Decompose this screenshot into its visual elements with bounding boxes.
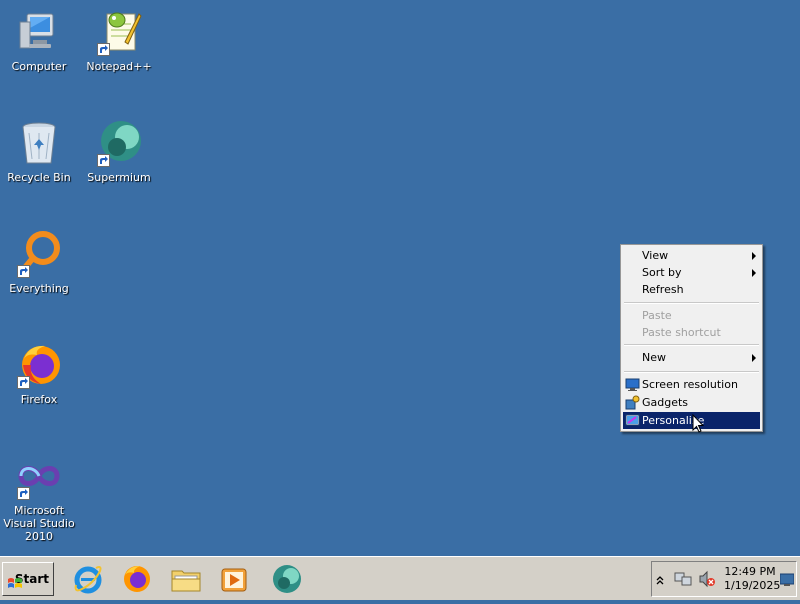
windows-flag-icon bbox=[7, 572, 23, 588]
menu-item-refresh[interactable]: Refresh bbox=[623, 281, 760, 298]
visual-studio-icon bbox=[15, 452, 63, 500]
media-player-icon bbox=[221, 568, 247, 592]
menu-item-label: Paste shortcut bbox=[642, 326, 721, 339]
menu-item-view[interactable]: View bbox=[623, 247, 760, 264]
menu-item-paste-shortcut: Paste shortcut bbox=[623, 324, 760, 341]
mouse-cursor-icon bbox=[692, 414, 704, 433]
desktop-icon-label: Firefox bbox=[20, 393, 58, 406]
explorer-folder-icon bbox=[171, 570, 201, 592]
menu-item-label: Paste bbox=[642, 309, 672, 322]
desktop-icon-label: Supermium bbox=[87, 171, 151, 184]
clock-time: 12:49 PM bbox=[724, 565, 776, 578]
everything-icon bbox=[15, 230, 63, 278]
network-icon[interactable] bbox=[674, 570, 692, 592]
shortcut-arrow-icon bbox=[97, 43, 110, 56]
desktop-icon-recycle-bin[interactable]: Recycle Bin bbox=[0, 119, 78, 184]
firefox-icon bbox=[124, 566, 150, 592]
supermium-icon bbox=[95, 119, 143, 167]
shortcut-arrow-icon bbox=[17, 265, 30, 278]
shortcut-arrow-icon bbox=[17, 487, 30, 500]
submenu-arrow-icon bbox=[752, 269, 756, 277]
menu-separator bbox=[624, 371, 759, 373]
submenu-arrow-icon bbox=[752, 252, 756, 260]
desktop-context-menu: View Sort by Refresh Paste Paste shortcu… bbox=[620, 244, 763, 432]
menu-item-label: Sort by bbox=[642, 266, 682, 279]
firefox-icon bbox=[15, 341, 63, 389]
menu-item-sort-by[interactable]: Sort by bbox=[623, 264, 760, 281]
desktop-icon-label: Notepad++ bbox=[86, 60, 152, 73]
clock[interactable]: 12:49 PM 1/19/2025 bbox=[724, 565, 781, 593]
system-tray: 12:49 PM 1/19/2025 bbox=[651, 561, 797, 597]
menu-item-screen-resolution[interactable]: Screen resolution bbox=[623, 376, 760, 393]
menu-item-label: Refresh bbox=[642, 283, 684, 296]
taskbar-supermium[interactable] bbox=[270, 563, 302, 595]
taskbar-media-player[interactable] bbox=[218, 563, 250, 595]
desktop-icon-notepadpp[interactable]: Notepad++ bbox=[80, 8, 158, 73]
menu-item-new[interactable]: New bbox=[623, 349, 760, 366]
recycle-bin-icon bbox=[15, 119, 63, 167]
show-hidden-icons-chevron-icon[interactable] bbox=[656, 571, 664, 590]
desktop-icon-computer[interactable]: Computer bbox=[0, 8, 78, 73]
menu-item-label: View bbox=[642, 249, 669, 262]
desktop-icon-visual-studio[interactable]: Microsoft Visual Studio 2010 bbox=[0, 452, 78, 543]
volume-muted-icon[interactable] bbox=[698, 570, 716, 592]
desktop-icon-label: Computer bbox=[11, 60, 67, 73]
personalize-icon bbox=[625, 413, 640, 428]
shortcut-arrow-icon bbox=[17, 376, 30, 389]
menu-item-paste: Paste bbox=[623, 307, 760, 324]
menu-item-gadgets[interactable]: Gadgets bbox=[623, 394, 760, 411]
clock-date: 1/19/2025 bbox=[724, 579, 781, 592]
desktop-icon-everything[interactable]: Everything bbox=[0, 230, 78, 295]
taskbar-explorer[interactable] bbox=[170, 563, 202, 595]
taskbar: Start 12:49 PM 1/19/2025 bbox=[0, 556, 800, 600]
submenu-arrow-icon bbox=[752, 354, 756, 362]
desktop-icon-label: Microsoft Visual Studio 2010 bbox=[3, 504, 75, 543]
notepadpp-icon bbox=[95, 8, 143, 56]
desktop-icon-label: Everything bbox=[9, 282, 69, 295]
monitor-icon bbox=[625, 377, 640, 392]
desktop-icon-supermium[interactable]: Supermium bbox=[80, 119, 158, 184]
menu-item-label: Gadgets bbox=[642, 396, 689, 409]
taskbar-firefox[interactable] bbox=[120, 563, 152, 595]
shortcut-arrow-icon bbox=[97, 154, 110, 167]
desktop-icon-firefox[interactable]: Firefox bbox=[0, 341, 78, 406]
supermium-icon bbox=[273, 565, 301, 593]
gadgets-icon bbox=[625, 395, 640, 410]
menu-separator bbox=[624, 302, 759, 304]
menu-item-label: Screen resolution bbox=[642, 378, 738, 391]
taskbar-internet-explorer[interactable] bbox=[72, 563, 104, 595]
show-desktop-icon[interactable] bbox=[779, 572, 795, 591]
computer-icon bbox=[15, 8, 63, 56]
menu-item-label: New bbox=[642, 351, 666, 364]
menu-separator bbox=[624, 344, 759, 346]
desktop-icon-label: Recycle Bin bbox=[7, 171, 71, 184]
start-button[interactable]: Start bbox=[2, 562, 54, 596]
internet-explorer-icon bbox=[74, 566, 102, 594]
